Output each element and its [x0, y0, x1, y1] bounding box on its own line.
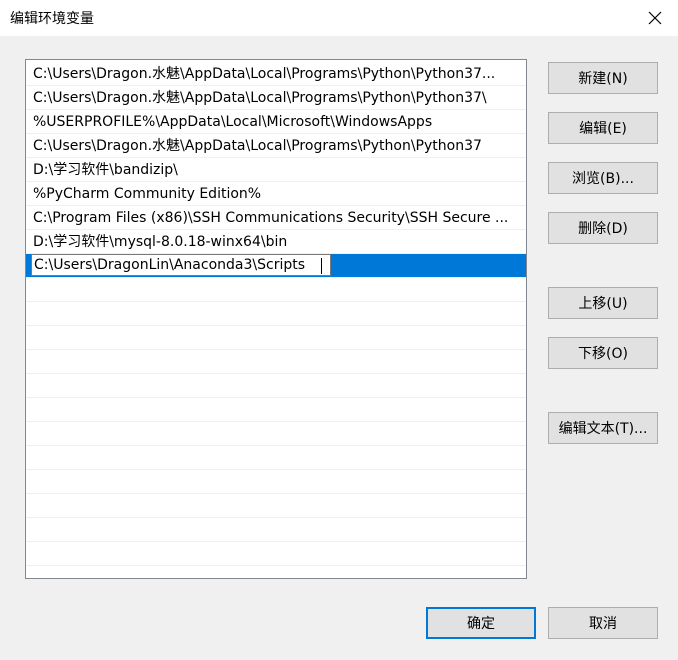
list-item[interactable]: C:\Users\Dragon.水魅\AppData\Local\Program…	[26, 86, 526, 110]
empty-row	[26, 542, 526, 566]
path-edit-input[interactable]	[33, 256, 328, 274]
move-up-button[interactable]: 上移(U)	[548, 287, 658, 319]
empty-row	[26, 422, 526, 446]
list-item[interactable]: D:\学习软件\bandizip\	[26, 158, 526, 182]
empty-row	[26, 350, 526, 374]
close-button[interactable]	[632, 0, 678, 36]
edit-text-button[interactable]: 编辑文本(T)...	[548, 412, 658, 444]
empty-row	[26, 326, 526, 350]
empty-row	[26, 398, 526, 422]
empty-row	[26, 302, 526, 326]
path-edit-box[interactable]	[31, 254, 331, 276]
cancel-button[interactable]: 取消	[548, 607, 658, 639]
list-item-selected[interactable]	[26, 254, 526, 278]
list-item-text: D:\学习软件\bandizip\	[33, 162, 178, 178]
list-item-text: D:\学习软件\mysql-8.0.18-winx64\bin	[33, 234, 288, 250]
list-item[interactable]: C:\Users\Dragon.水魅\AppData\Local\Program…	[26, 62, 526, 86]
empty-row	[26, 446, 526, 470]
close-icon	[648, 11, 662, 25]
list-item[interactable]: C:\Program Files (x86)\SSH Communication…	[26, 206, 526, 230]
browse-button[interactable]: 浏览(B)...	[548, 162, 658, 194]
empty-row	[26, 494, 526, 518]
list-item[interactable]: C:\Users\Dragon.水魅\AppData\Local\Program…	[26, 134, 526, 158]
new-button[interactable]: 新建(N)	[548, 62, 658, 94]
text-caret	[321, 258, 322, 274]
path-list[interactable]: C:\Users\Dragon.水魅\AppData\Local\Program…	[25, 59, 527, 579]
list-item[interactable]: %USERPROFILE%\AppData\Local\Microsoft\Wi…	[26, 110, 526, 134]
empty-row	[26, 470, 526, 494]
list-item[interactable]: %PyCharm Community Edition%	[26, 182, 526, 206]
list-item-text: C:\Users\Dragon.水魅\AppData\Local\Program…	[33, 90, 487, 106]
list-item-text: C:\Users\Dragon.水魅\AppData\Local\Program…	[33, 138, 482, 154]
list-item-text: C:\Program Files (x86)\SSH Communication…	[33, 210, 509, 226]
ok-button[interactable]: 确定	[426, 607, 536, 639]
list-item-text: C:\Users\Dragon.水魅\AppData\Local\Program…	[33, 66, 496, 82]
move-down-button[interactable]: 下移(O)	[548, 337, 658, 369]
edit-button[interactable]: 编辑(E)	[548, 112, 658, 144]
empty-row	[26, 518, 526, 542]
window-title: 编辑环境变量	[10, 11, 94, 27]
list-item[interactable]: D:\学习软件\mysql-8.0.18-winx64\bin	[26, 230, 526, 254]
delete-button[interactable]: 删除(D)	[548, 212, 658, 244]
title-bar: 编辑环境变量	[0, 0, 678, 36]
empty-row	[26, 374, 526, 398]
empty-row	[26, 278, 526, 302]
list-item-text: %USERPROFILE%\AppData\Local\Microsoft\Wi…	[33, 114, 433, 130]
list-item-text: %PyCharm Community Edition%	[33, 186, 262, 202]
